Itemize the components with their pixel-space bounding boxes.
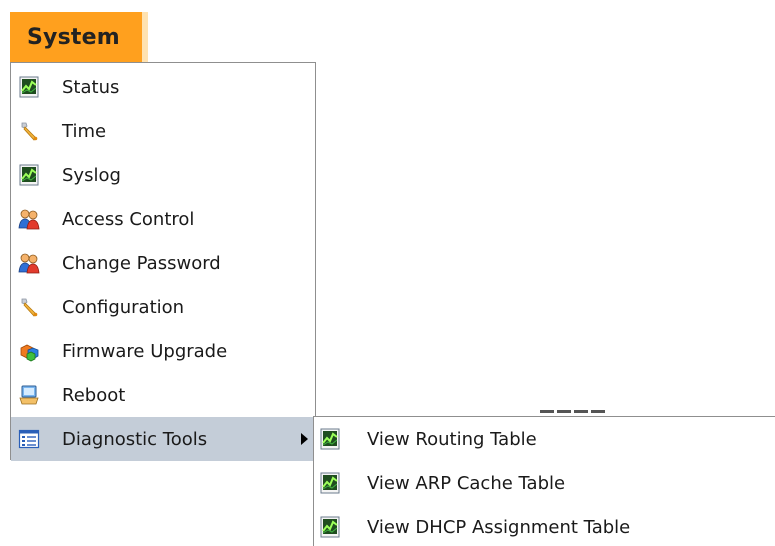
users-icon — [18, 208, 40, 230]
menu-item-label: Time — [62, 121, 107, 142]
chart-document-icon — [18, 164, 40, 186]
submenu-item-label: View ARP Cache Table — [367, 473, 566, 494]
computer-icon — [18, 384, 40, 406]
wrench-icon — [18, 120, 40, 142]
cubes-icon — [18, 340, 40, 362]
menu-item-label: Configuration — [62, 297, 185, 318]
menu-item-label: Change Password — [62, 253, 221, 274]
chart-document-icon — [319, 428, 341, 450]
submenu-arrow-icon — [301, 433, 308, 445]
background-text-fragment — [540, 405, 620, 415]
menu-item-status[interactable]: Status — [11, 65, 315, 109]
users-icon — [18, 252, 40, 274]
tab-edge — [142, 12, 148, 62]
system-tab-label: System — [27, 25, 120, 50]
menu-item-syslog[interactable]: Syslog — [11, 153, 315, 197]
menu-item-label: Status — [62, 77, 120, 98]
menu-item-firmware-upgrade[interactable]: Firmware Upgrade — [11, 329, 315, 373]
submenu-item-label: View DHCP Assignment Table — [367, 517, 631, 538]
system-dropdown-menu: Status Time Syslog Access Control Change… — [10, 62, 316, 461]
menu-item-access-control[interactable]: Access Control — [11, 197, 315, 241]
submenu-item-view-dhcp-assignment-table[interactable]: View DHCP Assignment Table — [314, 505, 775, 546]
submenu-item-view-routing-table[interactable]: View Routing Table — [314, 417, 775, 461]
chart-document-icon — [319, 516, 341, 538]
menu-item-label: Syslog — [62, 165, 121, 186]
list-window-icon — [18, 428, 40, 450]
menu-item-label: Reboot — [62, 385, 126, 406]
wrench-icon — [18, 296, 40, 318]
submenu-item-view-arp-cache-table[interactable]: View ARP Cache Table — [314, 461, 775, 505]
menu-item-label: Firmware Upgrade — [62, 341, 228, 362]
menu-item-change-password[interactable]: Change Password — [11, 241, 315, 285]
menu-item-label: Diagnostic Tools — [62, 429, 208, 450]
chart-document-icon — [18, 76, 40, 98]
menu-item-label: Access Control — [62, 209, 195, 230]
menu-item-time[interactable]: Time — [11, 109, 315, 153]
menu-item-reboot[interactable]: Reboot — [11, 373, 315, 417]
menu-item-diagnostic-tools[interactable]: Diagnostic Tools — [11, 417, 315, 461]
chart-document-icon — [319, 472, 341, 494]
menu-item-configuration[interactable]: Configuration — [11, 285, 315, 329]
page: System Status Time Syslog Access Control… — [0, 0, 775, 546]
submenu-item-label: View Routing Table — [367, 429, 537, 450]
diagnostic-tools-submenu: View Routing Table View ARP Cache Table … — [313, 416, 775, 546]
system-menu-tab[interactable]: System — [10, 12, 148, 62]
